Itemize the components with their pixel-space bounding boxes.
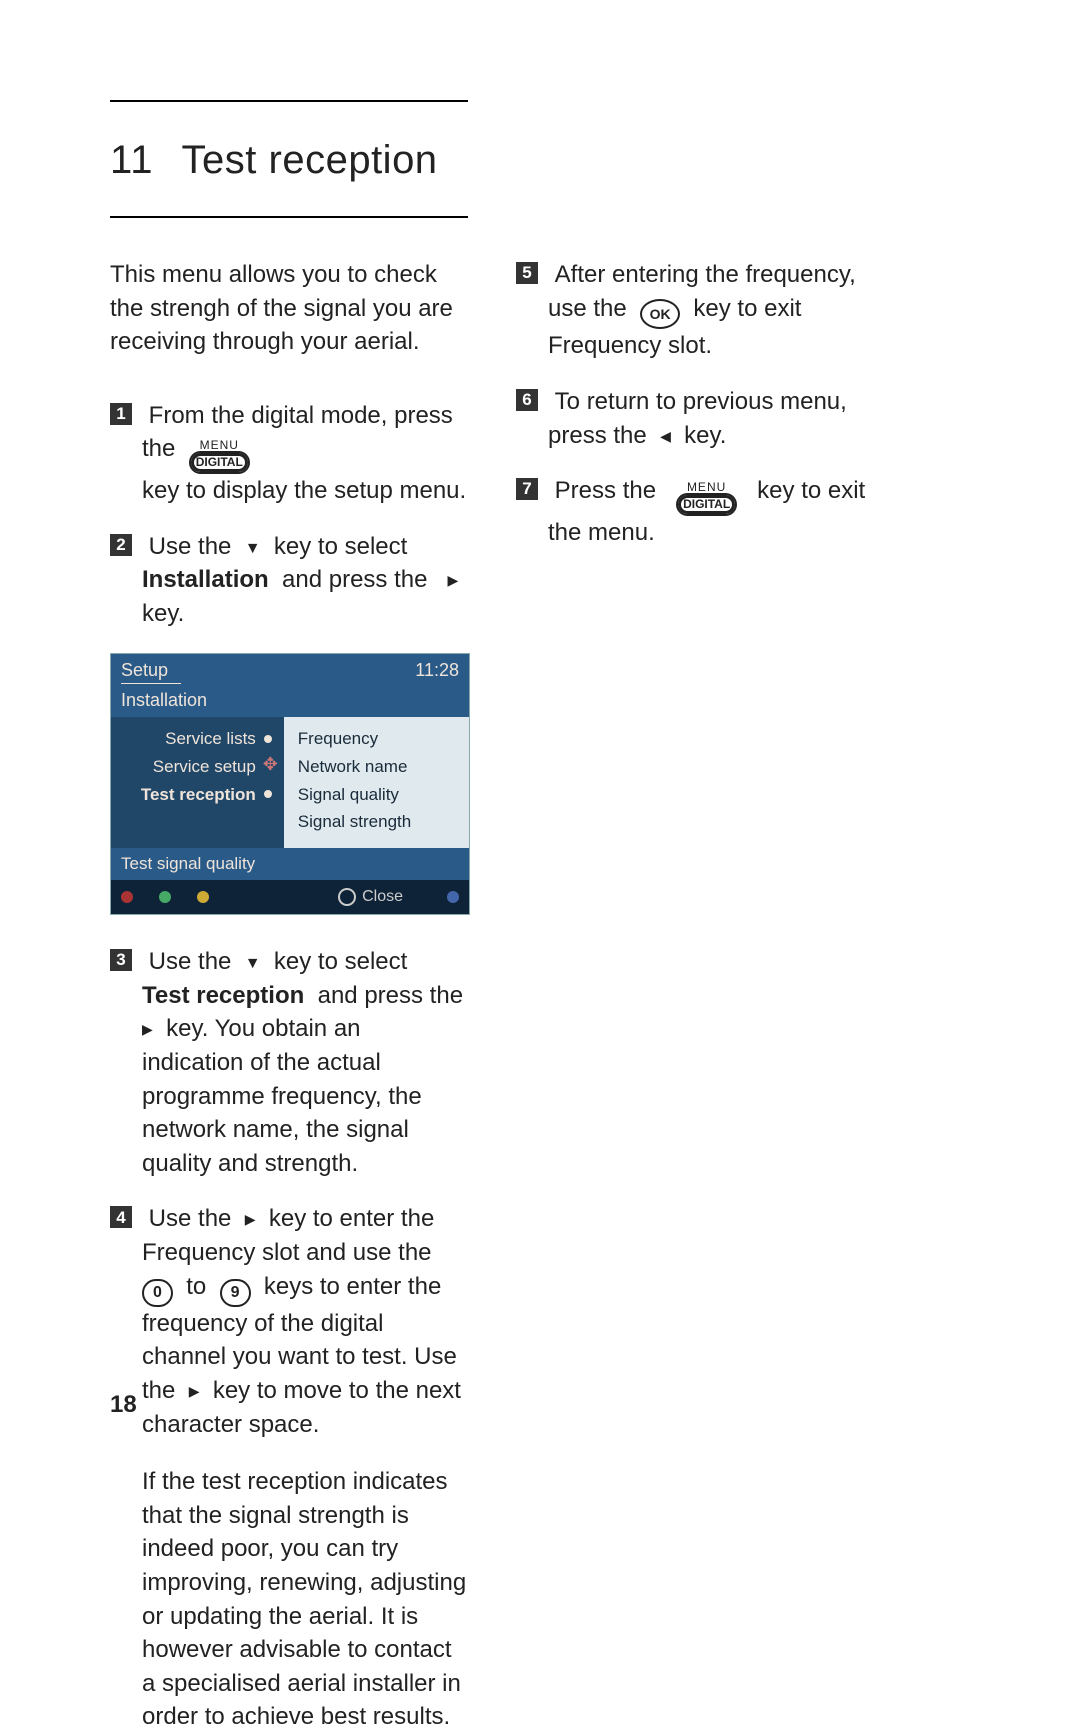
text: key to select: [267, 948, 414, 975]
text: key.: [678, 422, 727, 449]
section-title: Test reception: [182, 132, 438, 188]
text: Use the: [142, 948, 238, 975]
text: Press the: [548, 477, 669, 504]
red-led-icon: [121, 891, 133, 903]
menu-subtitle: Installation: [111, 688, 469, 717]
ring-icon: [338, 888, 356, 906]
blue-led-icon: [447, 891, 459, 903]
close-hint: Close: [338, 886, 403, 908]
menu-item: Service lists: [119, 725, 276, 753]
step-bullet: 2: [110, 534, 132, 556]
ok-key-icon: OK: [640, 299, 680, 329]
menu-footer: Test signal quality: [111, 848, 469, 880]
step-bullet: 4: [110, 1206, 132, 1228]
right-column: 5 After entering the frequency, use the …: [516, 258, 874, 1734]
close-label: Close: [362, 886, 403, 908]
digit-0-key-icon: 0: [142, 1279, 173, 1307]
step-2: 2 Use the key to select Installation and…: [110, 530, 468, 631]
text: key. You obtain an indication of the act…: [142, 1015, 428, 1176]
down-arrow-icon: [245, 533, 261, 560]
menu-button-row: Close: [111, 880, 469, 914]
step-7: 7 Press the MENU DIGITAL key to exit the…: [516, 474, 874, 549]
rule-bottom: [110, 216, 468, 218]
text: and press the: [311, 982, 470, 1009]
menu-digital-button-icon: MENU DIGITAL: [676, 481, 737, 516]
bold-term: Installation: [142, 566, 269, 593]
menu-item: Service setup: [119, 753, 276, 781]
text: Use the: [142, 1205, 238, 1232]
menu-header: Setup 11:28: [111, 654, 469, 688]
left-column: This menu allows you to check the streng…: [110, 258, 468, 1734]
text: key to display the setup menu.: [142, 477, 466, 504]
right-arrow-icon: [142, 1015, 153, 1042]
left-arrow-icon: [660, 422, 671, 449]
step-bullet: 6: [516, 389, 538, 411]
step-1: 1 From the digital mode, press the MENU …: [110, 399, 468, 508]
step-bullet: 3: [110, 949, 132, 971]
right-arrow-icon: [189, 1377, 200, 1404]
step-bullet: 7: [516, 478, 538, 500]
green-led-icon: [159, 891, 171, 903]
yellow-led-icon: [197, 891, 209, 903]
manual-page: 11 Test reception This menu allows you t…: [110, 100, 980, 1734]
step-5: 5 After entering the frequency, use the …: [516, 258, 874, 363]
menu-left-pane: Service lists Service setup Test recepti…: [111, 717, 284, 848]
step-bullet: 5: [516, 262, 538, 284]
step-bullet: 1: [110, 403, 132, 425]
digit-9-key-icon: 9: [220, 1279, 251, 1307]
text: and press the: [275, 566, 440, 593]
menu-right-pane: Frequency Network name Signal quality Si…: [284, 717, 469, 848]
menu-field: Network name: [298, 753, 461, 781]
right-arrow-icon: [245, 1205, 256, 1232]
menu-field: Signal strength: [298, 808, 461, 836]
intro-text: This menu allows you to check the streng…: [110, 258, 468, 359]
onscreen-menu: Setup 11:28 Installation Service lists S…: [110, 653, 470, 916]
step-4: 4 Use the key to enter the Frequency slo…: [110, 1202, 468, 1441]
page-number: 18: [110, 1388, 137, 1422]
menu-field: Frequency: [298, 725, 461, 753]
step-3: 3 Use the key to select Test reception a…: [110, 945, 468, 1180]
section-number: 11: [110, 132, 154, 188]
text: to: [180, 1273, 213, 1300]
step-6: 6 To return to previous menu, press the …: [516, 385, 874, 452]
advice-paragraph: If the test reception indicates that the…: [142, 1465, 468, 1734]
text: Use the: [142, 533, 238, 560]
right-arrow-icon: [447, 566, 458, 593]
bold-term: Test reception: [142, 982, 304, 1009]
menu-time: 11:28: [415, 658, 459, 684]
text: key to select: [267, 533, 414, 560]
menu-title: Setup: [121, 658, 181, 684]
menu-field: Signal quality: [298, 781, 461, 809]
menu-item-active: Test reception: [119, 781, 276, 809]
menu-digital-button-icon: MENU DIGITAL: [189, 439, 250, 474]
section-heading: 11 Test reception: [110, 102, 980, 216]
down-arrow-icon: [245, 948, 261, 975]
